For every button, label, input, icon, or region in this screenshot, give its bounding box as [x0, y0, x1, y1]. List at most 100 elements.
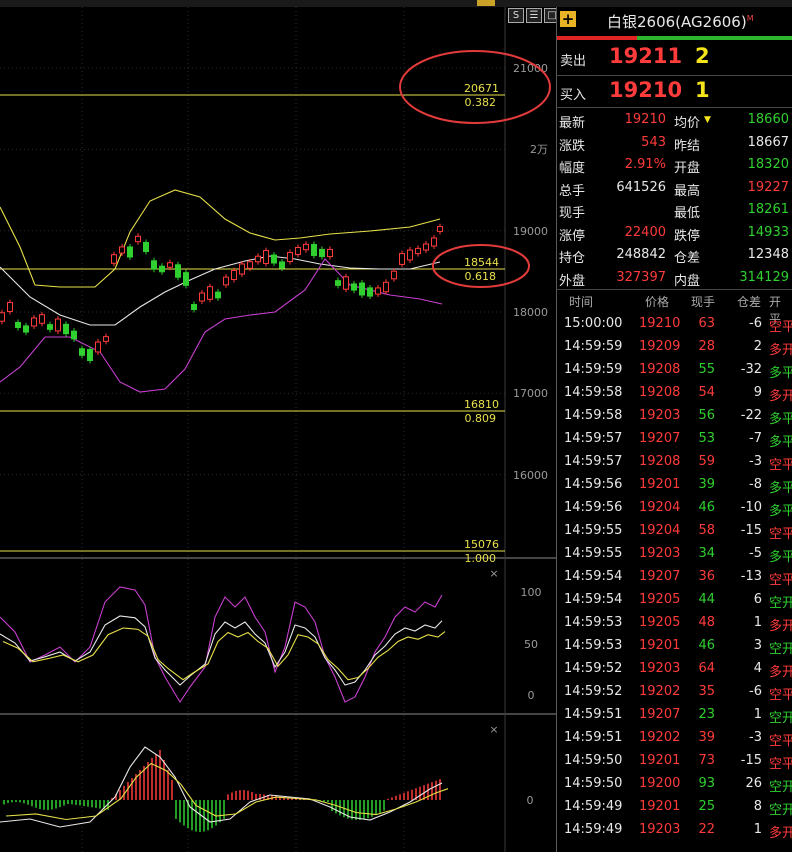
sell-quote-row[interactable]: 卖出 19211 2	[557, 41, 792, 75]
stat-value: 22400	[624, 224, 666, 240]
trade-row[interactable]: 14:59:51 19202 39 -3 空平	[557, 727, 792, 750]
trade-time: 14:59:53	[564, 638, 623, 653]
trade-diff: 2	[753, 339, 762, 354]
trade-type: 多开	[769, 343, 792, 358]
trade-row[interactable]: 14:59:56 19201 39 -8 多平	[557, 474, 792, 497]
kline-chart-area[interactable]: 21000 2万 19000 18000 17000 16000 20671 0.382 185…	[0, 7, 556, 852]
trade-row[interactable]: 14:59:49 19201 25 8 空开	[557, 796, 792, 819]
trade-row[interactable]: 14:59:49 19203 22 1 多开	[557, 819, 792, 842]
candle-body	[15, 321, 21, 329]
trade-row[interactable]: 14:59:50 19201 73 -15 空平	[557, 750, 792, 773]
dropdown-triangle-icon[interactable]: ▼	[704, 115, 711, 125]
trade-row[interactable]: 14:59:53 19201 46 3 空开	[557, 635, 792, 658]
trade-volume: 35	[698, 684, 715, 699]
trade-price: 19203	[639, 408, 681, 423]
trade-type: 多开	[769, 619, 792, 634]
candle-body	[431, 237, 437, 247]
candle-body	[271, 254, 277, 264]
trade-row[interactable]: 15:00:00 19210 63 -6 空平	[557, 313, 792, 336]
trade-diff: 1	[753, 615, 762, 630]
ratio-bar-red	[557, 36, 637, 40]
trade-price: 19204	[639, 500, 681, 515]
chart-svg[interactable]: 21000 2万 19000 18000 17000 16000 206710.382 185…	[0, 7, 556, 852]
trade-time: 14:59:59	[564, 362, 623, 377]
trade-type: 空平	[769, 688, 792, 703]
candle-body	[7, 301, 13, 313]
trade-row[interactable]: 14:59:57 19208 59 -3 空平	[557, 451, 792, 474]
candle-body	[103, 336, 109, 342]
trade-row[interactable]: 14:59:58 19208 54 9 多开	[557, 382, 792, 405]
top-toolbar	[0, 0, 792, 7]
trade-row[interactable]: 14:59:51 19207 23 1 空开	[557, 704, 792, 727]
trade-price: 19203	[639, 661, 681, 676]
trade-volume: 39	[698, 477, 715, 492]
trade-row[interactable]: 14:59:58 19203 56 -22 多平	[557, 405, 792, 428]
trade-time: 14:59:53	[564, 615, 623, 630]
trade-volume: 55	[698, 362, 715, 377]
menu-icon[interactable]: ☰	[526, 8, 542, 23]
candle-body	[0, 312, 5, 322]
trade-row[interactable]: 14:59:57 19207 53 -7 多平	[557, 428, 792, 451]
candle-body	[367, 287, 373, 297]
close-macd-icon: ×	[489, 723, 498, 736]
candle-body	[343, 276, 349, 290]
candle-body	[207, 286, 213, 300]
candle-body	[39, 314, 45, 324]
trade-row[interactable]: 14:59:52 19202 35 -6 空平	[557, 681, 792, 704]
trade-diff: -3	[749, 454, 762, 469]
trade-row[interactable]: 14:59:54 19207 36 -13 空平	[557, 566, 792, 589]
candle-body	[159, 265, 165, 273]
trade-row[interactable]: 14:59:59 19208 55 -32 多平	[557, 359, 792, 382]
trade-diff: -8	[749, 477, 762, 492]
trade-row[interactable]: 14:59:59 19209 28 2 多开	[557, 336, 792, 359]
trade-diff: 9	[753, 385, 762, 400]
stat-label: 均价	[674, 116, 701, 131]
candle-body	[223, 276, 229, 286]
trade-type: 空平	[769, 458, 792, 473]
trade-row[interactable]: 14:59:56 19204 46 -10 多平	[557, 497, 792, 520]
trade-volume: 58	[698, 523, 715, 538]
trade-time: 14:59:56	[564, 477, 623, 492]
trade-row[interactable]: 14:59:52 19203 64 4 多开	[557, 658, 792, 681]
trade-volume: 39	[698, 730, 715, 745]
candle-body	[215, 291, 221, 299]
instrument-title-row: + 白银2606(AG2606)M	[557, 7, 792, 35]
candle-body	[359, 282, 365, 296]
trade-price: 19205	[639, 592, 681, 607]
stat-value: 2.91%	[624, 157, 666, 172]
trade-volume: 46	[698, 500, 715, 515]
trade-type: 多开	[769, 389, 792, 404]
candle-body	[63, 323, 69, 335]
trade-type: 空开	[769, 780, 792, 795]
toolbar-tab[interactable]	[477, 0, 495, 6]
candle-body	[135, 235, 141, 243]
trade-volume: 22	[698, 822, 715, 837]
fib-ratio-label: 0.618	[465, 270, 497, 283]
fib-price-label: 20671	[464, 82, 499, 95]
header-time: 时间	[569, 295, 594, 309]
trade-price: 19207	[639, 569, 681, 584]
candle-body	[199, 292, 205, 302]
trade-price: 19207	[639, 431, 681, 446]
add-watchlist-icon[interactable]: +	[560, 11, 576, 27]
settings-s-icon[interactable]: S	[508, 8, 524, 23]
chart-window-buttons: S ☰ □	[508, 8, 560, 23]
trade-row[interactable]: 14:59:50 19200 93 26 空开	[557, 773, 792, 796]
stat-label: 外盘	[559, 273, 586, 289]
candle-body	[423, 243, 429, 251]
candle-body	[23, 325, 29, 333]
trade-price: 19202	[639, 730, 681, 745]
trade-row[interactable]: 14:59:53 19205 48 1 多开	[557, 612, 792, 635]
buy-quote-row[interactable]: 买入 19210 1	[557, 75, 792, 109]
trade-price: 19201	[639, 753, 681, 768]
trade-row[interactable]: 14:59:55 19203 34 -5 多平	[557, 543, 792, 566]
trade-row[interactable]: 14:59:54 19205 44 6 空开	[557, 589, 792, 612]
instrument-name: 白银2606(AG2606)M	[607, 11, 754, 32]
trade-type: 空开	[769, 803, 792, 818]
candle-body	[95, 341, 101, 353]
trade-diff: -3	[749, 730, 762, 745]
trade-type: 空平	[769, 757, 792, 772]
candle-body	[383, 281, 389, 293]
kdj-axis-label: 0	[528, 689, 535, 702]
trade-row[interactable]: 14:59:55 19204 58 -15 空平	[557, 520, 792, 543]
